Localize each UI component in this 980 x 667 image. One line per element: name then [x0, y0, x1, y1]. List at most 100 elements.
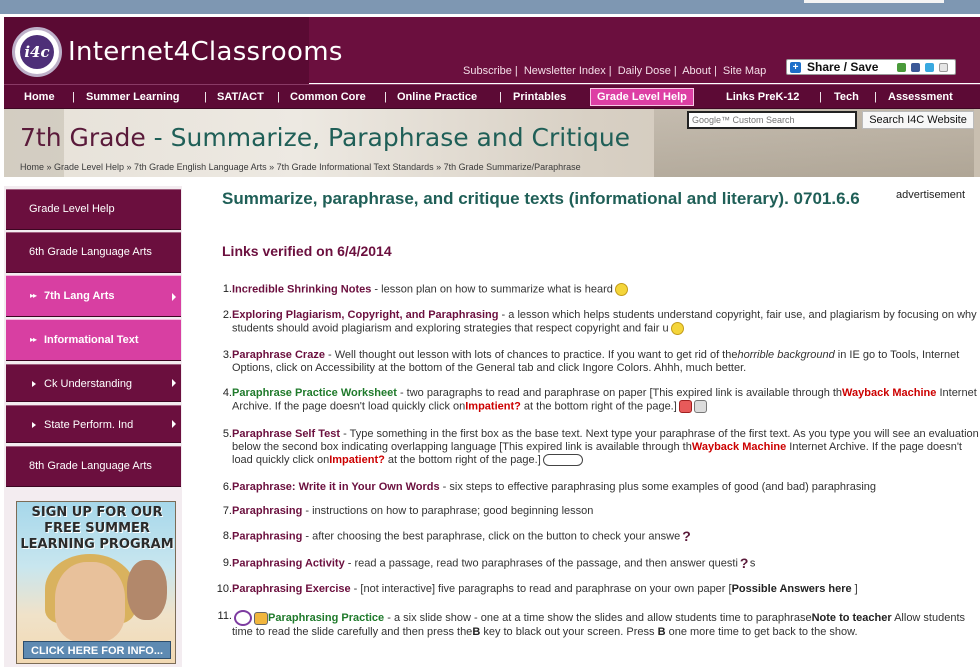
list-item-number: 5.: [222, 428, 232, 440]
list-item-body: Paraphrase: Write it in Your Own Words -…: [232, 481, 980, 494]
impatient-link[interactable]: Impatient?: [329, 454, 385, 466]
utility-links: Subscribe | Newsletter Index | Daily Dose |…: [463, 65, 766, 77]
util-separator: |: [673, 65, 677, 77]
share-save-button[interactable]: + Share / Save: [786, 59, 956, 75]
breadcrumb-text[interactable]: Home » Grade Level Help » 7th Grade Engl…: [20, 162, 581, 172]
resource-link[interactable]: Paraphrasing Activity: [232, 557, 345, 569]
resource-description: - six steps to effective paraphrasing pl…: [439, 481, 877, 493]
resource-link[interactable]: Paraphrase Practice Worksheet: [232, 387, 397, 399]
share-email-icon: [897, 63, 906, 72]
pdf-icon[interactable]: [678, 400, 692, 413]
list-item-number: 7.: [222, 505, 232, 517]
util-link-daily-dose[interactable]: Daily Dose: [618, 65, 671, 77]
logo-badge-text: i4c: [20, 35, 54, 69]
nav-online-practice[interactable]: Online Practice: [397, 85, 477, 109]
sidebar-item-7th-lang-arts[interactable]: ▸▸ 7th Lang Arts: [6, 275, 181, 317]
resource-link[interactable]: Paraphrasing: [232, 530, 302, 542]
list-item-body: Paraphrase Craze - Well thought out less…: [232, 349, 980, 375]
nav-sat-act[interactable]: SAT/ACT: [217, 85, 264, 109]
resource-link[interactable]: Exploring Plagiarism, Copyright, and Par…: [232, 309, 499, 321]
logo-text[interactable]: Internet4Classrooms: [68, 37, 343, 67]
sidebar-item-label: 7th Lang Arts: [44, 290, 115, 302]
nav-links-prek-12[interactable]: Links PreK-12: [726, 85, 799, 109]
nav-home[interactable]: Home: [24, 85, 55, 109]
sidebar-item-label: 6th Grade Language Arts: [29, 246, 152, 258]
resource-description-end: one more time to get back to the show.: [665, 626, 858, 638]
question-mark-icon: ?: [739, 555, 749, 571]
site-header: i4c Internet4Classrooms Subscribe | Newsl…: [4, 14, 980, 84]
util-link-newsletter-index[interactable]: Newsletter Index: [524, 65, 606, 77]
list-item-body: Paraphrasing Exercise - [not interactive…: [232, 583, 980, 596]
sidebar-item-6th-grade-language-arts[interactable]: 6th Grade Language Arts: [6, 232, 181, 273]
list-item-body: Paraphrasing Practice - a six slide show…: [232, 610, 980, 639]
search-input[interactable]: [687, 111, 857, 129]
sidebar-item-label: Informational Text: [44, 334, 139, 346]
standard-heading: Summarize, paraphrase, and critique text…: [222, 189, 860, 208]
sidebar-item-ck-understanding[interactable]: Ck Understanding: [6, 364, 181, 402]
resource-description-end: ]: [851, 583, 858, 595]
resource-link[interactable]: Incredible Shrinking Notes: [232, 283, 371, 295]
main-content: Summarize, paraphrase, and critique text…: [217, 186, 980, 667]
promo-headline: SIGN UP FOR OUR FREE SUMMER LEARNING PRO…: [20, 505, 174, 552]
resource-description: - after choosing the best paraphrase, cl…: [302, 530, 681, 543]
nav-separator: |: [874, 91, 877, 103]
links-verified-date: Links verified on 6/4/2014: [222, 243, 392, 259]
bullet-arrow-icon: [32, 422, 36, 428]
chevron-right-icon: [172, 293, 176, 301]
impatient-link[interactable]: Impatient?: [465, 400, 521, 412]
printer-icon[interactable]: [693, 400, 707, 413]
nav-common-core[interactable]: Common Core: [290, 85, 366, 109]
nav-printables[interactable]: Printables: [513, 85, 566, 109]
resource-description-end: at the bottom right of the page.]: [384, 454, 541, 466]
wayback-machine-link[interactable]: Wayback Machine: [692, 441, 786, 453]
util-link-subscribe[interactable]: Subscribe: [463, 65, 512, 77]
list-item-body: Paraphrasing Activity - read a passage, …: [232, 555, 980, 571]
util-link-about[interactable]: About: [682, 65, 711, 77]
resource-description: - lesson plan on how to summarize what i…: [371, 283, 613, 296]
nav-grade-level-help[interactable]: Grade Level Help: [590, 88, 694, 106]
chevron-right-icon: [172, 379, 176, 387]
keyboard-interactive-icon: [542, 454, 583, 467]
resource-link[interactable]: Paraphrasing: [232, 505, 302, 517]
search-button[interactable]: Search I4C Website: [862, 111, 974, 129]
list-item-body: Exploring Plagiarism, Copyright, and Par…: [232, 309, 980, 335]
main-nav: Home | Summer Learning | SAT/ACT | Commo…: [4, 84, 980, 109]
sidebar-item-informational-text[interactable]: ▸▸ Informational Text: [6, 319, 181, 361]
util-link-site-map[interactable]: Site Map: [723, 65, 766, 77]
share-twitter-icon: [925, 63, 934, 72]
sidebar-item-state-perform-ind[interactable]: State Perform. Ind: [6, 405, 181, 443]
nav-tech[interactable]: Tech: [834, 85, 859, 109]
note-to-teacher-label: Note to teacher: [811, 611, 892, 624]
top-strip-sliver: [804, 0, 944, 3]
nav-assessment[interactable]: Assessment: [888, 85, 953, 109]
resource-link[interactable]: Paraphrase Self Test: [232, 428, 340, 440]
page-title-topic: - Summarize, Paraphrase and Critique: [145, 123, 631, 152]
possible-answers-link[interactable]: Possible Answers here: [732, 583, 852, 595]
share-more-icon: [939, 63, 948, 72]
summer-learning-promo[interactable]: SIGN UP FOR OUR FREE SUMMER LEARNING PRO…: [16, 501, 176, 664]
resource-link[interactable]: Paraphrase Craze: [232, 349, 325, 361]
nav-summer-learning[interactable]: Summer Learning: [86, 85, 180, 109]
list-item-number: 3.: [222, 349, 232, 361]
breadcrumb[interactable]: Home » Grade Level Help » 7th Grade Engl…: [20, 162, 581, 172]
nav-separator: |: [277, 91, 280, 103]
resource-link[interactable]: Paraphrasing Exercise: [232, 583, 351, 595]
promo-child-face: [127, 560, 167, 620]
list-item-number: 2.: [222, 309, 232, 321]
promo-girl-face: [55, 562, 125, 642]
sidebar-item-grade-level-help[interactable]: Grade Level Help: [6, 189, 181, 230]
resource-link[interactable]: Paraphrasing Practice: [268, 612, 384, 624]
list-item-number: 4.: [222, 387, 232, 399]
sidebar-item-label: State Perform. Ind: [44, 419, 134, 431]
list-item-body: Paraphrasing - instructions on how to pa…: [232, 505, 980, 518]
resource-link[interactable]: Paraphrase: Write it in Your Own Words: [232, 481, 440, 493]
promo-click-button[interactable]: CLICK HERE FOR INFO...: [23, 641, 171, 659]
logo-area[interactable]: i4c Internet4Classrooms: [4, 17, 342, 84]
question-mark-icon: ?: [682, 528, 691, 544]
sidebar-item-8th-grade-language-arts[interactable]: 8th Grade Language Arts: [6, 446, 181, 487]
resource-description: - a six slide show - one at a time show …: [384, 611, 812, 624]
list-item-number: 1.: [222, 283, 232, 295]
logo-badge-icon[interactable]: i4c: [12, 27, 62, 77]
share-plus-icon: +: [790, 62, 801, 73]
wayback-machine-link[interactable]: Wayback Machine: [842, 387, 936, 399]
